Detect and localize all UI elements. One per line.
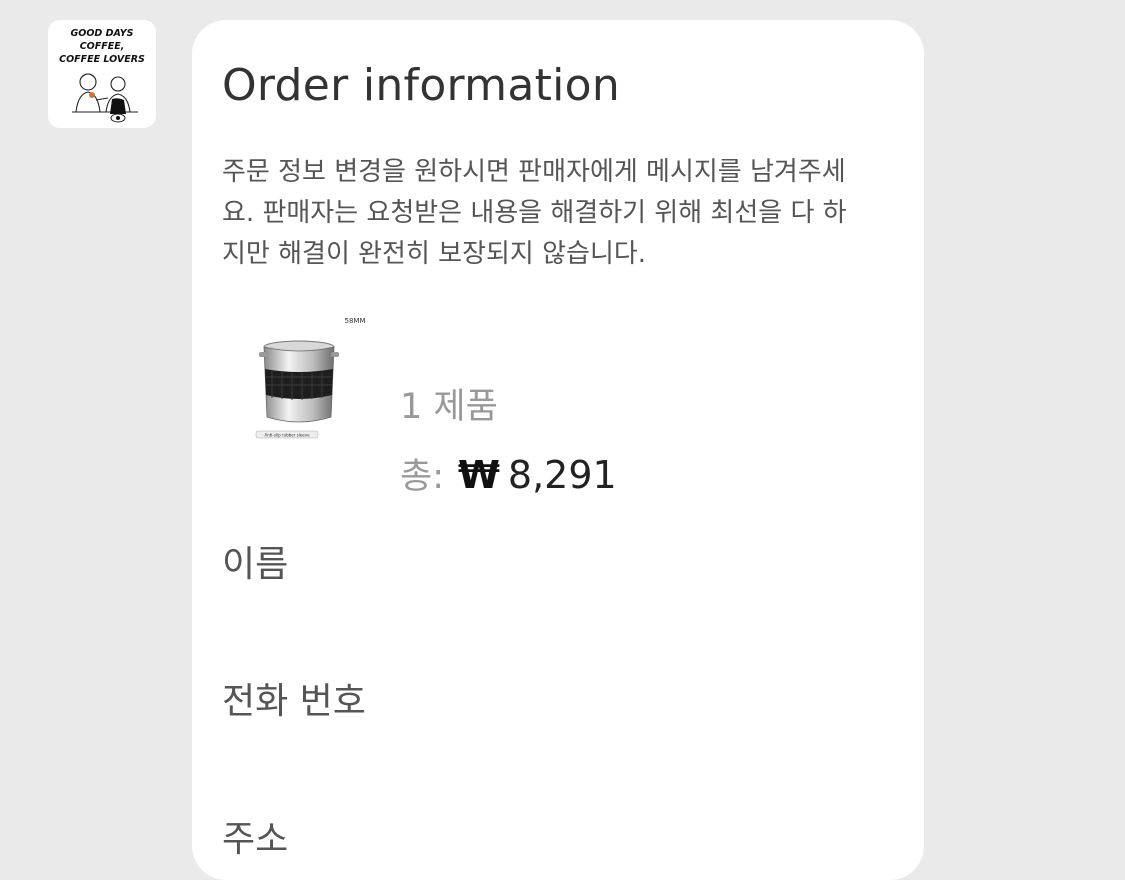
rubber-sleeve-icon: [265, 369, 333, 399]
product-caption: Anti-slip rubber sleeve: [264, 433, 310, 438]
logo-illustration-icon: [72, 73, 138, 113]
page-title: Order information: [222, 60, 621, 111]
seller-avatar[interactable]: GOOD DAYS COFFEE, COFFEE LOVERS: [48, 20, 156, 128]
logo-text-line-3: COFFEE LOVERS: [59, 54, 145, 65]
coffee-dosing-ring-product-icon[interactable]: 58MM Anti-slip rubber sleeve: [242, 305, 377, 445]
currency-symbol: ₩: [458, 453, 500, 497]
logo-text-line-2: COFFEE,: [80, 41, 125, 52]
coffee-shop-logo-icon: GOOD DAYS COFFEE, COFFEE LOVERS: [59, 28, 145, 123]
logo-figure-fill-icon: [110, 98, 126, 114]
order-information-card: Order information 주문 정보 변경을 원하시면 판매자에게 메…: [192, 20, 924, 880]
ring-left-ear-icon: [259, 352, 267, 357]
ring-right-ear-icon: [331, 352, 339, 357]
logo-text-line-1: GOOD DAYS: [70, 28, 133, 39]
address-field-label: 주소: [222, 819, 289, 860]
name-field-label: 이름: [222, 544, 289, 585]
logo-cup-icon: [89, 92, 95, 98]
total-amount: 8,291: [507, 453, 617, 497]
logo-saucer-dot-icon: [116, 116, 120, 120]
order-total: 총: ₩8,291: [400, 448, 617, 499]
product-badge-58mm: 58MM: [345, 317, 366, 325]
order-change-notice: 주문 정보 변경을 원하시면 판매자에게 메시지를 남겨주세요. 판매자는 요청…: [222, 157, 847, 269]
product-count: 1 제품: [400, 387, 498, 427]
phone-field-label: 전화 번호: [222, 681, 366, 722]
total-label: 총:: [400, 457, 444, 497]
